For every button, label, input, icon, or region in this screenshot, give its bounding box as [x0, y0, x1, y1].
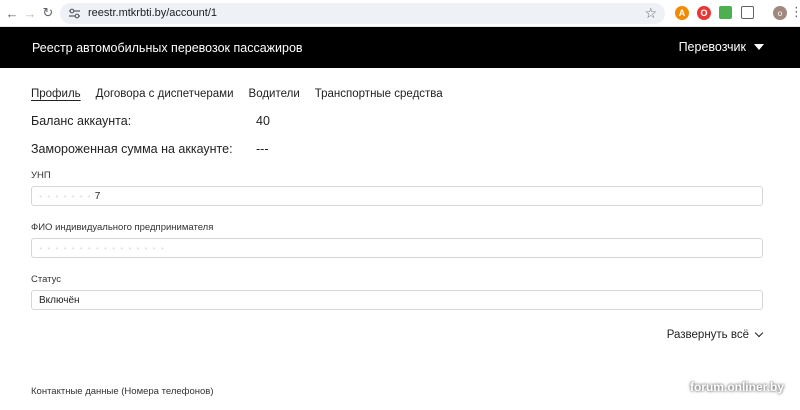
role-menu[interactable]: Перевозчик [679, 40, 764, 54]
frozen-amount-value: --- [256, 142, 269, 156]
unp-hidden-digits: · · · · · · · [39, 191, 92, 202]
frozen-amount-label: Замороженная сумма на аккаунте: [31, 142, 233, 156]
caret-down-icon [754, 44, 764, 50]
chevron-down-icon [754, 328, 764, 338]
status-value: Включён [39, 295, 80, 306]
extension-a-icon[interactable]: A [675, 6, 689, 20]
address-bar[interactable]: reestr.mtkrbti.by/account/1 ☆ [60, 3, 665, 24]
balance-value: 40 [256, 114, 270, 128]
app-title: Реестр автомобильных перевозок пассажиро… [32, 41, 303, 55]
app-header: Реестр автомобильных перевозок пассажиро… [0, 27, 800, 68]
profile-tabs: Профиль Договора с диспетчерами Водители… [31, 88, 443, 100]
extensions-puzzle-icon[interactable] [741, 6, 754, 19]
bookmark-star-icon[interactable]: ☆ [644, 5, 657, 22]
browser-toolbar: ← → ↻ reestr.mtkrbti.by/account/1 ☆ A O … [0, 0, 800, 27]
extension-green-icon[interactable] [719, 6, 732, 19]
watermark: forum.onliner.by [689, 380, 784, 394]
unp-value: 7 [94, 191, 101, 202]
forward-arrow-icon[interactable]: → [22, 5, 38, 21]
role-label: Перевозчик [678, 40, 746, 54]
site-settings-icon[interactable] [68, 7, 81, 20]
extension-opera-icon[interactable]: O [697, 6, 711, 20]
unp-field[interactable]: · · · · · · · 7 [31, 186, 763, 206]
profile-avatar[interactable]: о [773, 6, 787, 20]
url-text[interactable]: reestr.mtkrbti.by/account/1 [88, 7, 217, 19]
tab-drivers[interactable]: Водители [249, 88, 300, 100]
tab-profile[interactable]: Профиль [31, 88, 81, 100]
status-label: Статус [31, 274, 62, 285]
contacts-section-title[interactable]: Контактные данные (Номера телефонов) [31, 386, 213, 397]
kebab-menu-icon[interactable]: ⋮ [790, 4, 800, 20]
fio-redacted-text: · · · · · · · · · · · · · · · · [39, 243, 165, 254]
fio-field[interactable]: · · · · · · · · · · · · · · · · [31, 238, 763, 258]
reload-icon[interactable]: ↻ [40, 5, 56, 21]
back-arrow-icon[interactable]: ← [4, 5, 20, 21]
expand-all-button[interactable]: Развернуть всё [666, 328, 764, 341]
tab-vehicles[interactable]: Транспортные средства [315, 88, 443, 100]
tab-dispatcher-contracts[interactable]: Договора с диспетчерами [96, 88, 234, 100]
expand-all-label: Развернуть всё [666, 329, 749, 341]
status-field[interactable]: Включён [31, 290, 763, 310]
fio-label: ФИО индивидуального предпринимателя [31, 222, 214, 233]
balance-label: Баланс аккаунта: [31, 114, 132, 128]
unp-label: УНП [31, 170, 51, 181]
